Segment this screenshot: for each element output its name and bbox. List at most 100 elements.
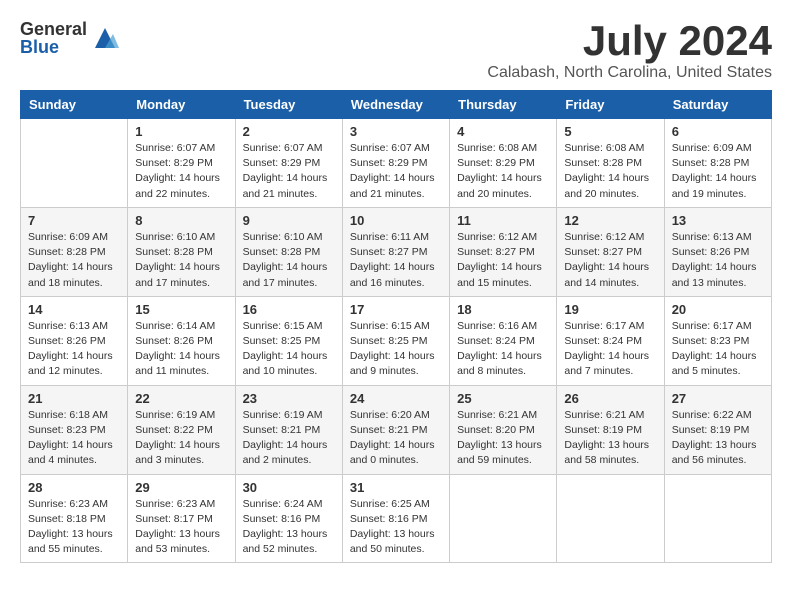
- day-header-friday: Friday: [557, 91, 664, 119]
- day-header-sunday: Sunday: [21, 91, 128, 119]
- day-number: 29: [135, 480, 227, 495]
- calendar-cell: 17 Sunrise: 6:15 AM Sunset: 8:25 PM Dayli…: [342, 296, 449, 385]
- day-info: Sunrise: 6:13 AM Sunset: 8:26 PM Dayligh…: [672, 230, 764, 291]
- day-number: 27: [672, 391, 764, 406]
- calendar-cell: 1 Sunrise: 6:07 AM Sunset: 8:29 PM Daylig…: [128, 119, 235, 208]
- calendar-cell: 31 Sunrise: 6:25 AM Sunset: 8:16 PM Dayli…: [342, 474, 449, 563]
- day-info: Sunrise: 6:15 AM Sunset: 8:25 PM Dayligh…: [243, 319, 335, 380]
- day-number: 4: [457, 124, 549, 139]
- calendar-week-1: 1 Sunrise: 6:07 AM Sunset: 8:29 PM Daylig…: [21, 119, 772, 208]
- day-number: 11: [457, 213, 549, 228]
- day-number: 30: [243, 480, 335, 495]
- day-number: 18: [457, 302, 549, 317]
- calendar-cell: 15Sunrise: 6:14 AM Sunset: 8:26 PM Dayli…: [128, 296, 235, 385]
- calendar-cell: 12Sunrise: 6:12 AM Sunset: 8:27 PM Dayli…: [557, 207, 664, 296]
- calendar-cell: [664, 474, 771, 563]
- day-info: Sunrise: 6:21 AM Sunset: 8:20 PM Dayligh…: [457, 408, 549, 469]
- day-info: Sunrise: 6:07 AM Sunset: 8:29 PM Dayligh…: [135, 141, 227, 202]
- calendar-cell: 22Sunrise: 6:19 AM Sunset: 8:22 PM Dayli…: [128, 385, 235, 474]
- day-info: Sunrise: 6:09 AM Sunset: 8:28 PM Dayligh…: [28, 230, 120, 291]
- day-info: Sunrise: 6:25 AM Sunset: 8:16 PM Dayligh…: [350, 497, 442, 558]
- calendar-cell: 6Sunrise: 6:09 AM Sunset: 8:28 PM Daylig…: [664, 119, 771, 208]
- day-header-thursday: Thursday: [450, 91, 557, 119]
- calendar-cell: 10Sunrise: 6:11 AM Sunset: 8:27 PM Dayli…: [342, 207, 449, 296]
- day-info: Sunrise: 6:10 AM Sunset: 8:28 PM Dayligh…: [135, 230, 227, 291]
- month-title: July 2024: [487, 20, 772, 62]
- day-info: Sunrise: 6:07 AM Sunset: 8:29 PM Dayligh…: [350, 141, 442, 202]
- calendar-cell: 14 Sunrise: 6:13 AM Sunset: 8:26 PM Dayli…: [21, 296, 128, 385]
- day-number: 5: [564, 124, 656, 139]
- day-info: Sunrise: 6:16 AM Sunset: 8:24 PM Dayligh…: [457, 319, 549, 380]
- day-info: Sunrise: 6:19 AM Sunset: 8:21 PM Dayligh…: [243, 408, 335, 469]
- calendar-cell: 7 Sunrise: 6:09 AM Sunset: 8:28 PM Daylig…: [21, 207, 128, 296]
- day-info: Sunrise: 6:17 AM Sunset: 8:24 PM Dayligh…: [564, 319, 656, 380]
- calendar-cell: [557, 474, 664, 563]
- logo-blue: Blue: [20, 38, 87, 56]
- day-number: 19: [564, 302, 656, 317]
- title-section: July 2024 Calabash, North Carolina, Unit…: [487, 20, 772, 82]
- calendar-table: SundayMondayTuesdayWednesdayThursdayFrid…: [20, 90, 772, 563]
- calendar-cell: 5 Sunrise: 6:08 AM Sunset: 8:28 PM Daylig…: [557, 119, 664, 208]
- day-number: 23: [243, 391, 335, 406]
- day-number: 17: [350, 302, 442, 317]
- day-number: 2: [243, 124, 335, 139]
- day-info: Sunrise: 6:07 AM Sunset: 8:29 PM Dayligh…: [243, 141, 335, 202]
- day-info: Sunrise: 6:14 AM Sunset: 8:26 PM Dayligh…: [135, 319, 227, 380]
- day-number: 8: [135, 213, 227, 228]
- calendar-cell: 19 Sunrise: 6:17 AM Sunset: 8:24 PM Dayli…: [557, 296, 664, 385]
- day-info: Sunrise: 6:17 AM Sunset: 8:23 PM Dayligh…: [672, 319, 764, 380]
- day-number: 14: [28, 302, 120, 317]
- day-number: 24: [350, 391, 442, 406]
- day-number: 31: [350, 480, 442, 495]
- day-number: 16: [243, 302, 335, 317]
- calendar-cell: 8 Sunrise: 6:10 AM Sunset: 8:28 PM Daylig…: [128, 207, 235, 296]
- day-info: Sunrise: 6:09 AM Sunset: 8:28 PM Dayligh…: [672, 141, 764, 202]
- day-header-saturday: Saturday: [664, 91, 771, 119]
- day-number: 9: [243, 213, 335, 228]
- calendar-week-2: 7 Sunrise: 6:09 AM Sunset: 8:28 PM Daylig…: [21, 207, 772, 296]
- day-number: 25: [457, 391, 549, 406]
- calendar-cell: 27 Sunrise: 6:22 AM Sunset: 8:19 PM Dayli…: [664, 385, 771, 474]
- day-info: Sunrise: 6:08 AM Sunset: 8:29 PM Dayligh…: [457, 141, 549, 202]
- day-number: 13: [672, 213, 764, 228]
- day-info: Sunrise: 6:21 AM Sunset: 8:19 PM Dayligh…: [564, 408, 656, 469]
- day-number: 26: [564, 391, 656, 406]
- calendar-week-4: 21Sunrise: 6:18 AM Sunset: 8:23 PM Dayli…: [21, 385, 772, 474]
- day-number: 21: [28, 391, 120, 406]
- calendar-cell: 3Sunrise: 6:07 AM Sunset: 8:29 PM Daylig…: [342, 119, 449, 208]
- day-info: Sunrise: 6:20 AM Sunset: 8:21 PM Dayligh…: [350, 408, 442, 469]
- day-info: Sunrise: 6:24 AM Sunset: 8:16 PM Dayligh…: [243, 497, 335, 558]
- calendar-cell: [21, 119, 128, 208]
- calendar-cell: 25 Sunrise: 6:21 AM Sunset: 8:20 PM Dayli…: [450, 385, 557, 474]
- day-number: 1: [135, 124, 227, 139]
- calendar-cell: 16 Sunrise: 6:15 AM Sunset: 8:25 PM Dayli…: [235, 296, 342, 385]
- day-info: Sunrise: 6:11 AM Sunset: 8:27 PM Dayligh…: [350, 230, 442, 291]
- calendar-week-3: 14 Sunrise: 6:13 AM Sunset: 8:26 PM Dayli…: [21, 296, 772, 385]
- day-info: Sunrise: 6:13 AM Sunset: 8:26 PM Dayligh…: [28, 319, 120, 380]
- day-info: Sunrise: 6:19 AM Sunset: 8:22 PM Dayligh…: [135, 408, 227, 469]
- day-number: 20: [672, 302, 764, 317]
- calendar-cell: 13 Sunrise: 6:13 AM Sunset: 8:26 PM Dayli…: [664, 207, 771, 296]
- day-number: 28: [28, 480, 120, 495]
- day-number: 7: [28, 213, 120, 228]
- calendar-cell: 23 Sunrise: 6:19 AM Sunset: 8:21 PM Dayli…: [235, 385, 342, 474]
- logo-general: General: [20, 20, 87, 38]
- calendar-header-row: SundayMondayTuesdayWednesdayThursdayFrid…: [21, 91, 772, 119]
- calendar-cell: 28Sunrise: 6:23 AM Sunset: 8:18 PM Dayli…: [21, 474, 128, 563]
- calendar-cell: 30 Sunrise: 6:24 AM Sunset: 8:16 PM Dayli…: [235, 474, 342, 563]
- calendar-cell: 20 Sunrise: 6:17 AM Sunset: 8:23 PM Dayli…: [664, 296, 771, 385]
- day-header-wednesday: Wednesday: [342, 91, 449, 119]
- day-info: Sunrise: 6:12 AM Sunset: 8:27 PM Dayligh…: [564, 230, 656, 291]
- calendar-cell: 18 Sunrise: 6:16 AM Sunset: 8:24 PM Dayli…: [450, 296, 557, 385]
- day-info: Sunrise: 6:15 AM Sunset: 8:25 PM Dayligh…: [350, 319, 442, 380]
- calendar-cell: [450, 474, 557, 563]
- calendar-cell: 29Sunrise: 6:23 AM Sunset: 8:17 PM Dayli…: [128, 474, 235, 563]
- page-header: General Blue July 2024 Calabash, North C…: [20, 20, 772, 82]
- calendar-cell: 26 Sunrise: 6:21 AM Sunset: 8:19 PM Dayli…: [557, 385, 664, 474]
- calendar-cell: 21Sunrise: 6:18 AM Sunset: 8:23 PM Dayli…: [21, 385, 128, 474]
- day-info: Sunrise: 6:08 AM Sunset: 8:28 PM Dayligh…: [564, 141, 656, 202]
- day-info: Sunrise: 6:22 AM Sunset: 8:19 PM Dayligh…: [672, 408, 764, 469]
- calendar-cell: 4 Sunrise: 6:08 AM Sunset: 8:29 PM Daylig…: [450, 119, 557, 208]
- logo: General Blue: [20, 20, 119, 56]
- day-header-tuesday: Tuesday: [235, 91, 342, 119]
